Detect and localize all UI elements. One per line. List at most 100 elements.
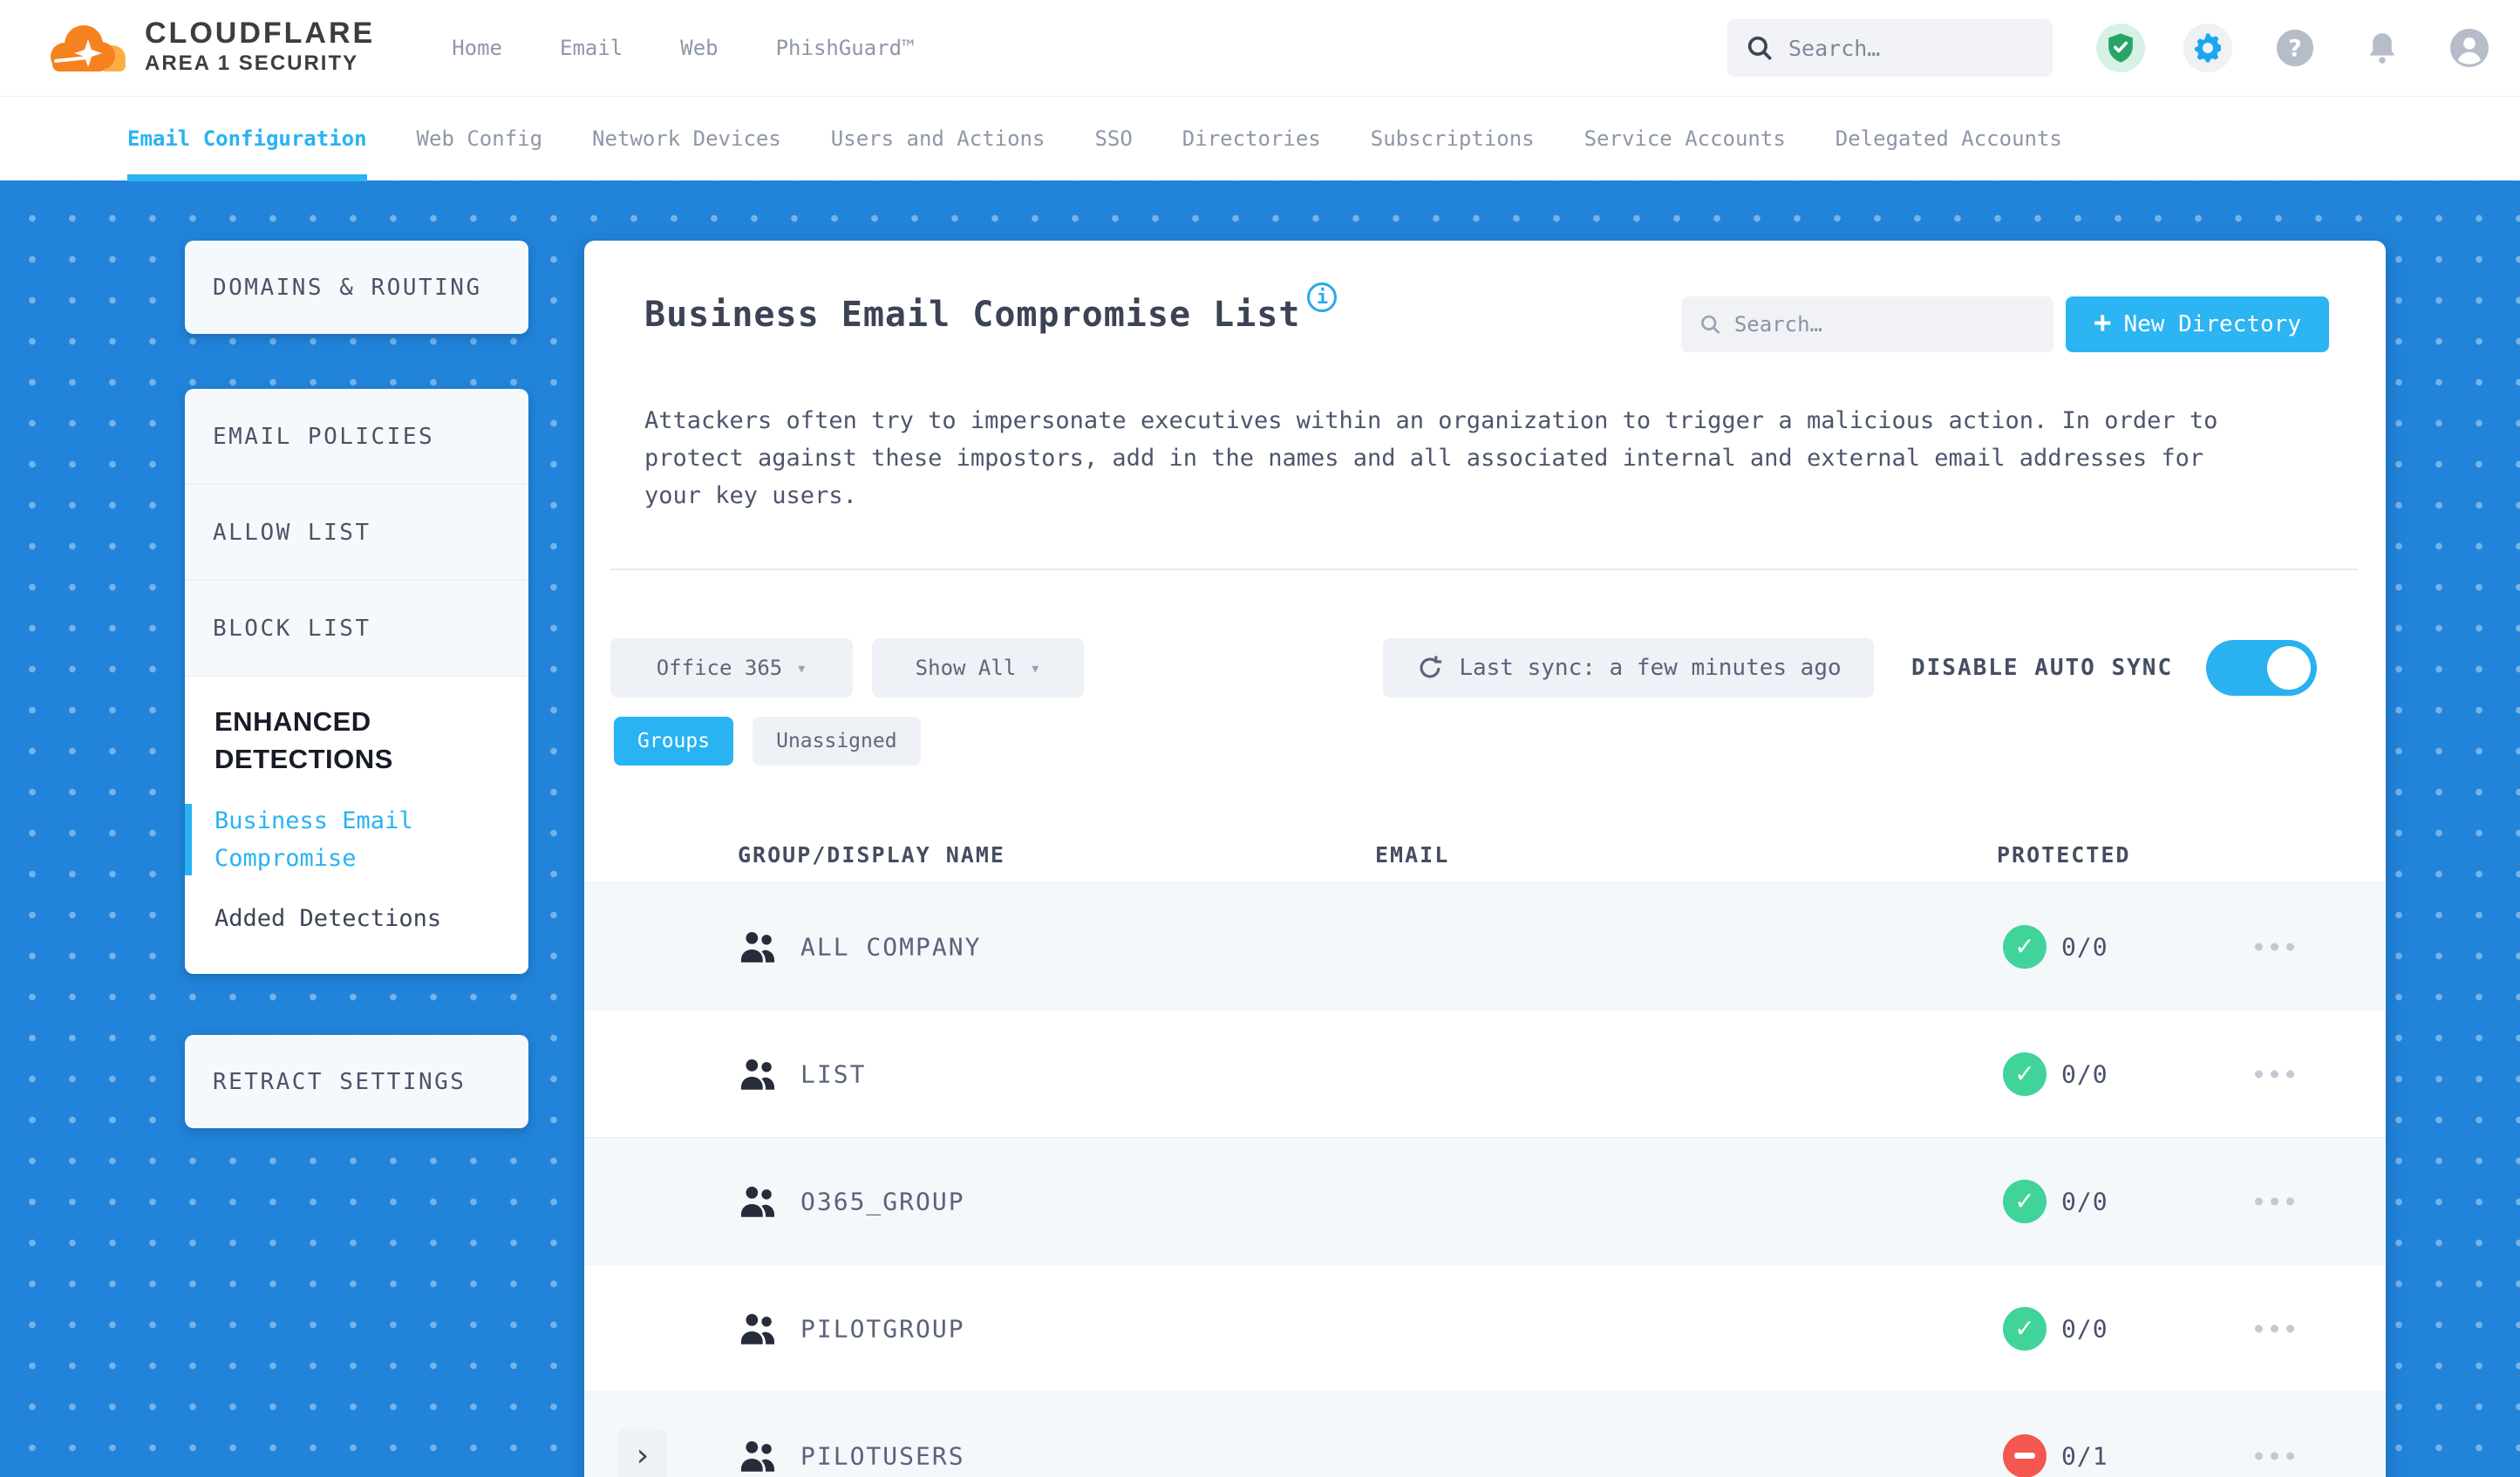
sidebar-item-email-policies[interactable]: EMAIL POLICIES: [185, 389, 528, 485]
tab-sso[interactable]: SSO: [1094, 97, 1132, 181]
check-icon: ✓: [2014, 1059, 2035, 1088]
tab-service-accounts[interactable]: Service Accounts: [1584, 97, 1786, 181]
sidebar-item-allow-list[interactable]: ALLOW LIST: [185, 485, 528, 581]
dot: [2286, 1324, 2294, 1332]
dot: [2255, 1324, 2263, 1332]
show-filter-select[interactable]: Show All ▾: [872, 638, 1084, 698]
group-name: O365_GROUP: [800, 1187, 965, 1215]
sidebar-card-2: RETRACT SETTINGS: [185, 1035, 528, 1128]
section-divider: [610, 568, 2358, 570]
check-icon: ✓: [2014, 932, 2035, 961]
page-description: Attackers often try to impersonate execu…: [644, 407, 2218, 509]
primary-nav: Home Email Web PhishGuard™: [452, 36, 914, 60]
tab-subscriptions[interactable]: Subscriptions: [1371, 97, 1535, 181]
list-search[interactable]: [1681, 296, 2053, 352]
dot: [2255, 1197, 2263, 1205]
column-header-email: EMAIL: [1375, 842, 1450, 868]
group-name: ALL COMPANY: [800, 932, 982, 961]
list-search-input[interactable]: [1733, 312, 2036, 337]
protected-ok-icon: ✓: [2003, 1179, 2047, 1223]
dot: [2286, 1452, 2294, 1460]
caret-down-icon: ▾: [796, 657, 807, 678]
tab-email-configuration[interactable]: Email Configuration: [127, 97, 367, 181]
search-icon: [1747, 36, 1773, 61]
directory-select-value: Office 365: [656, 656, 783, 680]
toggle-knob: [2267, 646, 2311, 690]
protected-ok-icon: ✓: [2003, 924, 2047, 969]
gear-icon[interactable]: [2183, 24, 2232, 72]
logo-brand: CLOUDFLARE: [145, 16, 376, 50]
main-panel: Business Email Compromise List i + New D…: [584, 241, 2386, 1477]
nav-item-email[interactable]: Email: [560, 36, 623, 60]
page-title: Business Email Compromise List: [644, 295, 1301, 335]
avatar-icon[interactable]: [2445, 24, 2494, 72]
sidebar-item-retract-settings[interactable]: RETRACT SETTINGS: [185, 1035, 528, 1128]
settings-sidebar: DOMAINS & ROUTING EMAIL POLICIES ALLOW LIS…: [185, 241, 528, 1128]
plus-icon: +: [2094, 305, 2112, 340]
tab-users-and-actions[interactable]: Users and Actions: [831, 97, 1045, 181]
global-search[interactable]: [1727, 19, 2053, 77]
dot: [2286, 1070, 2294, 1078]
dot: [2271, 1452, 2278, 1460]
table-row[interactable]: O365_GROUP ✓ 0/0: [584, 1137, 2386, 1264]
protected-count: 0/0: [2061, 1187, 2108, 1215]
nav-item-web[interactable]: Web: [680, 36, 718, 60]
column-header-group-display-name: GROUP/DISPLAY NAME: [738, 842, 1005, 868]
info-icon[interactable]: i: [1307, 282, 1338, 312]
bell-icon[interactable]: [2358, 24, 2407, 72]
cloudflare-cloud-icon: [51, 25, 126, 72]
shield-check-icon[interactable]: [2096, 24, 2145, 72]
row-menu-button[interactable]: [2251, 1316, 2298, 1341]
nav-item-phishguard[interactable]: PhishGuard™: [776, 36, 915, 60]
header-actions: ?: [2096, 24, 2494, 72]
column-header-protected: PROTECTED: [1997, 842, 2131, 868]
group-name: PILOTUSERS: [800, 1441, 965, 1470]
app-root: CLOUDFLARE AREA 1 SECURITY Home Email Web P…: [0, 0, 2520, 1477]
row-menu-button[interactable]: [2251, 1061, 2298, 1086]
table-row[interactable]: LIST ✓ 0/0: [584, 1010, 2386, 1137]
view-tab-unassigned[interactable]: Unassigned: [753, 717, 921, 766]
view-tab-groups[interactable]: Groups: [614, 717, 734, 766]
group-icon: [738, 929, 778, 964]
row-menu-button[interactable]: [2251, 1188, 2298, 1214]
expand-row-button[interactable]: ›: [618, 1428, 667, 1477]
minus-icon: [2014, 1453, 2035, 1459]
global-search-input[interactable]: [1788, 35, 2035, 61]
sidebar-item-business-email-compromise[interactable]: Business Email Compromise: [185, 802, 442, 877]
sidebar-item-domains-routing[interactable]: DOMAINS & ROUTING: [185, 241, 528, 334]
new-directory-label: New Directory: [2123, 311, 2301, 337]
protected-count: 0/0: [2061, 1059, 2108, 1088]
sidebar-item-added-detections[interactable]: Added Detections: [215, 900, 442, 937]
sidebar-item-block-list[interactable]: BLOCK LIST: [185, 581, 528, 677]
refresh-icon: [1420, 656, 1442, 678]
dot: [2271, 1070, 2278, 1078]
dot: [2271, 943, 2278, 950]
logo-subtitle: AREA 1 SECURITY: [145, 51, 359, 76]
table-row[interactable]: › PILOTUSERS 0/1: [584, 1392, 2386, 1477]
table-row[interactable]: PILOTGROUP ✓ 0/0: [584, 1264, 2386, 1392]
check-icon: ✓: [2014, 1314, 2035, 1343]
tab-web-config[interactable]: Web Config: [417, 97, 543, 181]
dot: [2255, 943, 2263, 950]
caret-down-icon: ▾: [1030, 657, 1041, 678]
row-menu-button[interactable]: [2251, 934, 2298, 959]
table-row[interactable]: ALL COMPANY ✓ 0/0: [584, 882, 2386, 1010]
check-icon: ✓: [2014, 1187, 2035, 1215]
tab-delegated-accounts[interactable]: Delegated Accounts: [1836, 97, 2062, 181]
new-directory-button[interactable]: + New Directory: [2066, 296, 2329, 352]
dot: [2255, 1070, 2263, 1078]
protected-blocked-icon: [2003, 1433, 2047, 1477]
nav-item-home[interactable]: Home: [452, 36, 502, 60]
top-header: CLOUDFLARE AREA 1 SECURITY Home Email Web P…: [0, 0, 2520, 96]
help-icon[interactable]: ?: [2271, 24, 2319, 72]
protected-count: 0/0: [2061, 1314, 2108, 1343]
dot: [2255, 1452, 2263, 1460]
group-name: PILOTGROUP: [800, 1314, 965, 1343]
tab-directories[interactable]: Directories: [1182, 97, 1321, 181]
auto-sync-toggle[interactable]: [2206, 640, 2317, 696]
row-menu-button[interactable]: [2251, 1443, 2298, 1468]
sidebar-card-0: DOMAINS & ROUTING: [185, 241, 528, 334]
tab-network-devices[interactable]: Network Devices: [592, 97, 781, 181]
last-sync-button[interactable]: Last sync: a few minutes ago: [1383, 638, 1874, 698]
directory-select[interactable]: Office 365 ▾: [610, 638, 853, 698]
